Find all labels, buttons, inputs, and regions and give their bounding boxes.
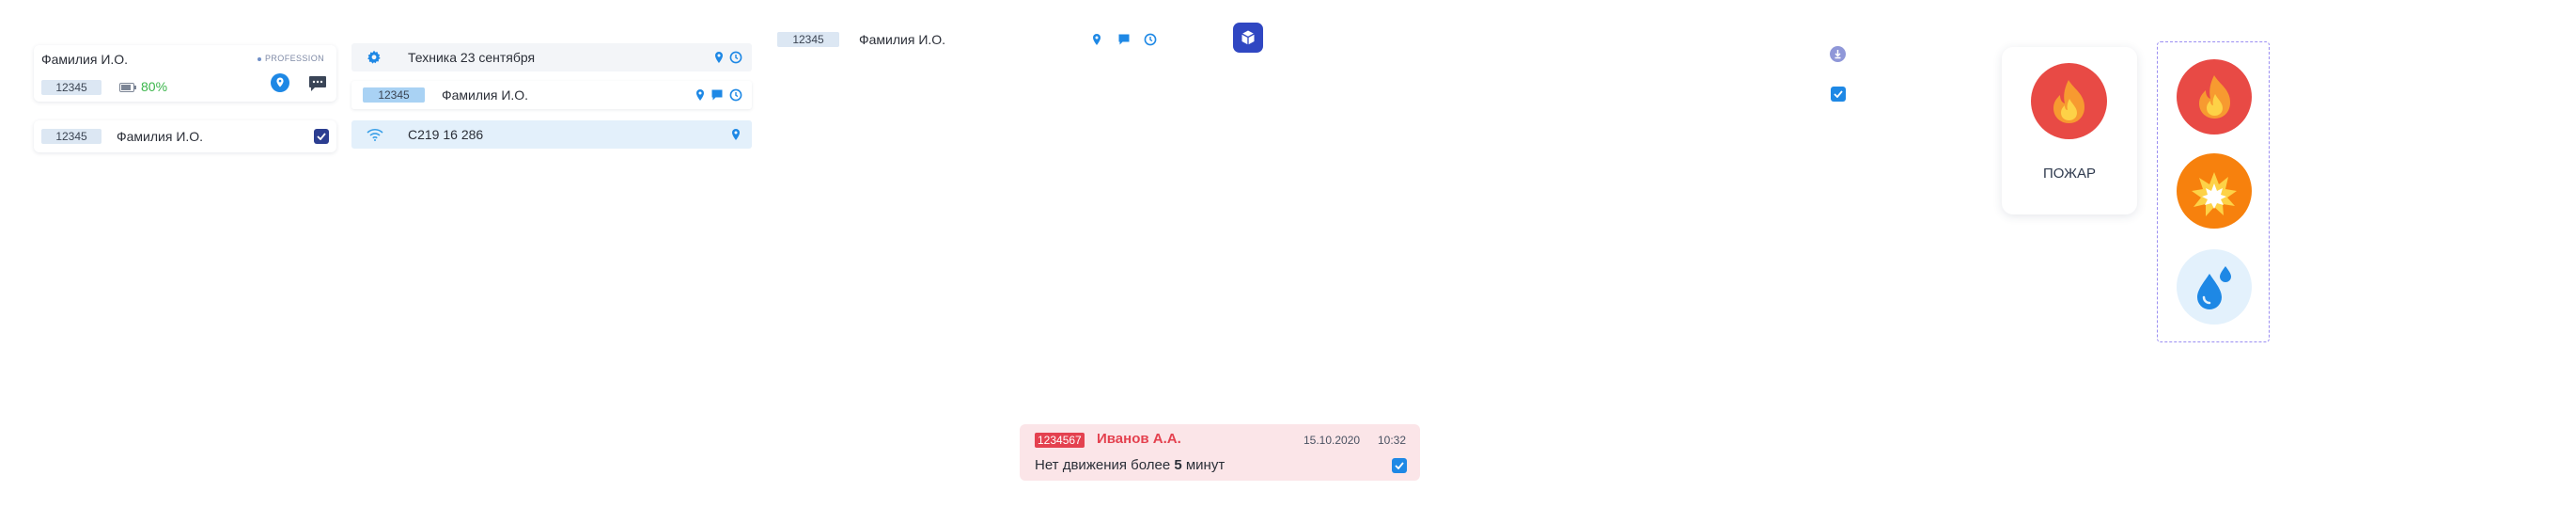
- worker-card[interactable]: Фамилия И.О. PROFESSION 12345 80%: [34, 45, 336, 102]
- app-button[interactable]: [1233, 23, 1263, 53]
- worker-tag: 12345: [41, 129, 101, 144]
- person-row[interactable]: 12345 Фамилия И.О.: [351, 81, 752, 109]
- alert-time: 10:32: [1378, 434, 1407, 447]
- row-checkbox[interactable]: [1831, 87, 1846, 102]
- alert-message-value: 5: [1174, 457, 1182, 473]
- profession-label: PROFESSION: [265, 54, 325, 63]
- worker-row-card[interactable]: 12345 Фамилия И.О.: [34, 120, 336, 152]
- worker-name: Фамилия И.О.: [859, 32, 946, 47]
- worker-name: Фамилия И.О.: [41, 52, 129, 67]
- worker-name: Фамилия И.О.: [117, 129, 204, 144]
- equipment-row[interactable]: Техника 23 сентября: [351, 43, 752, 71]
- clock-icon[interactable]: [729, 88, 742, 102]
- fire-card-label: ПОЖАР: [2043, 166, 2096, 182]
- worker-name: Фамилия И.О.: [442, 87, 529, 103]
- alert-message-suffix: минут: [1181, 457, 1226, 473]
- water-drop-icon[interactable]: [2177, 249, 2252, 325]
- map-pin-icon[interactable]: [712, 51, 726, 64]
- download-icon[interactable]: [1830, 46, 1846, 62]
- profession-dot: [258, 57, 261, 61]
- chat-icon[interactable]: [710, 88, 724, 102]
- equipment-label: Техника 23 сентября: [408, 50, 536, 65]
- cube-icon: [1240, 29, 1257, 46]
- alert-message: Нет движения более 5 минут: [1035, 457, 1225, 473]
- alert-date: 15.10.2020: [1304, 434, 1361, 447]
- clock-icon[interactable]: [729, 51, 742, 64]
- map-pin-icon[interactable]: [1090, 33, 1103, 46]
- worker-tag: 12345: [777, 32, 839, 47]
- alert-person-name: Иванов А.А.: [1097, 431, 1181, 447]
- alert-card[interactable]: 1234567 Иванов А.А. 15.10.2020 10:32 Нет…: [1020, 424, 1420, 481]
- map-pin-icon[interactable]: [271, 73, 289, 92]
- alert-checkbox[interactable]: [1392, 458, 1407, 473]
- battery-percent: 80%: [141, 79, 168, 94]
- map-pin-icon[interactable]: [694, 88, 707, 102]
- fire-icon: [2031, 63, 2107, 139]
- wifi-row[interactable]: С219 16 286: [351, 120, 752, 149]
- gear-icon: [367, 50, 382, 65]
- worker-tag: 12345: [363, 87, 425, 103]
- battery-icon: [119, 83, 136, 92]
- clock-icon[interactable]: [1144, 33, 1157, 46]
- fire-incident-card[interactable]: ПОЖАР: [2002, 47, 2137, 214]
- incident-type-picker: [2157, 41, 2270, 342]
- alert-badge: 1234567: [1035, 433, 1085, 448]
- wifi-icon: [367, 128, 383, 141]
- fire-icon[interactable]: [2177, 59, 2252, 135]
- chat-icon[interactable]: [1117, 33, 1131, 46]
- alert-message-prefix: Нет движения более: [1035, 457, 1175, 473]
- explosion-icon[interactable]: [2177, 153, 2252, 229]
- wifi-label: С219 16 286: [408, 127, 484, 142]
- row-checkbox[interactable]: [314, 129, 329, 144]
- map-pin-icon[interactable]: [729, 128, 742, 141]
- chat-icon[interactable]: [308, 75, 327, 92]
- worker-tag: 12345: [41, 80, 101, 95]
